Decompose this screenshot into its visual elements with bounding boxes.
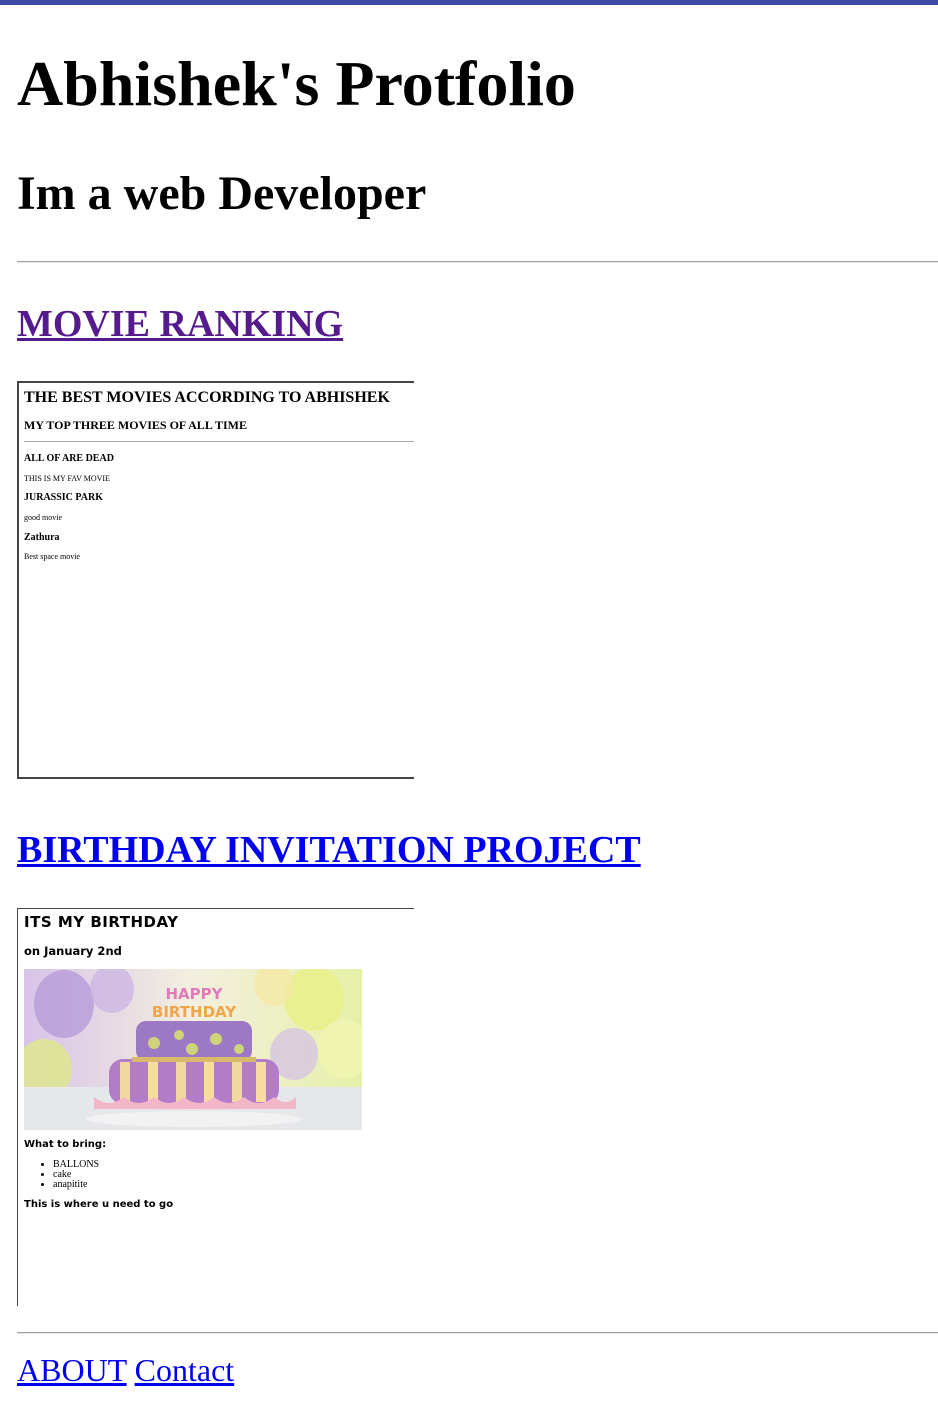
svg-text:BIRTHDAY: BIRTHDAY bbox=[152, 1003, 237, 1021]
birthday-cake-image: HAPPY BIRTHDAY bbox=[24, 969, 362, 1130]
movie-title: Zathura bbox=[24, 532, 60, 543]
birthday-invitation-link[interactable]: BIRTHDAY INVITATION PROJECT bbox=[17, 831, 641, 869]
bring-items-list: BALLONS cake anapitite bbox=[32, 1160, 99, 1190]
movie-title: ALL OF ARE DEAD bbox=[24, 453, 114, 464]
divider-bottom bbox=[17, 1332, 938, 1334]
birthday-preview-date: on January 2nd bbox=[24, 944, 122, 958]
contact-link[interactable]: Contact bbox=[135, 1352, 235, 1388]
top-accent-bar bbox=[0, 0, 938, 5]
movie-description: THIS IS MY FAV MOVIE bbox=[24, 474, 110, 483]
page-subtitle: Im a web Developer bbox=[17, 167, 427, 220]
movie-description: good movie bbox=[24, 513, 62, 522]
movie-description: Best space movie bbox=[24, 552, 80, 561]
movie-preview-subheading: MY TOP THREE MOVIES OF ALL TIME bbox=[24, 418, 247, 432]
list-item: anapitite bbox=[53, 1180, 99, 1190]
movie-ranking-link[interactable]: MOVIE RANKING bbox=[17, 305, 343, 343]
what-to-bring-heading: What to bring: bbox=[24, 1139, 107, 1150]
about-link[interactable]: ABOUT bbox=[17, 1352, 127, 1388]
movie-ranking-preview-frame[interactable]: THE BEST MOVIES ACCORDING TO ABHISHEK MY… bbox=[17, 381, 414, 779]
birthday-preview-heading: ITS MY BIRTHDAY bbox=[24, 913, 179, 931]
divider-top bbox=[17, 261, 938, 263]
movie-preview-heading: THE BEST MOVIES ACCORDING TO ABHISHEK bbox=[24, 389, 390, 406]
page-title: Abhishek's Protfolio bbox=[17, 48, 576, 119]
svg-text:HAPPY: HAPPY bbox=[165, 985, 223, 1003]
directions-heading: This is where u need to go bbox=[24, 1199, 174, 1210]
footer-nav: ABOUT Contact bbox=[17, 1352, 234, 1389]
birthday-invitation-preview-frame[interactable]: ITS MY BIRTHDAY on January 2nd HAPPY BIR… bbox=[17, 908, 414, 1306]
movie-preview-divider bbox=[24, 441, 414, 442]
movie-title: JURASSIC PARK bbox=[24, 492, 103, 503]
